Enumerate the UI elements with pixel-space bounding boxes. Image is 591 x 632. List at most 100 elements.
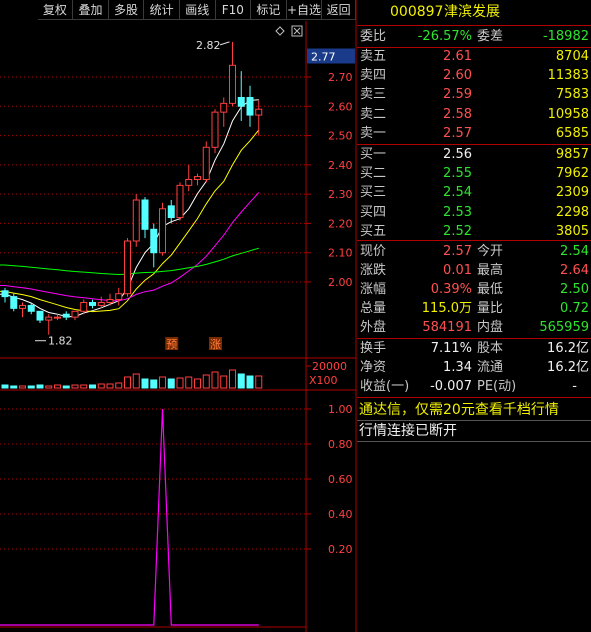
candle[interactable]	[71, 310, 79, 321]
xianjia-label: 现价	[360, 244, 387, 259]
volume-bar	[185, 376, 193, 389]
bids-label: 买一	[360, 147, 387, 162]
bids-row[interactable]: 买四 2.53 2298	[357, 204, 591, 222]
asks-volume: 11383	[547, 68, 589, 84]
candle[interactable]	[89, 299, 96, 309]
toolbar-button-3[interactable]: 统计	[144, 0, 180, 20]
promo-banner[interactable]: 通达信，仅需20元查看千档行情	[357, 400, 591, 420]
volume-bar	[54, 384, 61, 389]
toolbar-button-1[interactable]: 叠加	[73, 0, 109, 20]
weibi-label: 委比	[360, 29, 387, 44]
volume-bar	[27, 385, 35, 389]
asks-row[interactable]: 卖三 2.59 7583	[357, 86, 591, 104]
candle[interactable]	[202, 141, 210, 183]
neipan-value: 565959	[539, 320, 589, 335]
asks-row[interactable]: 卖五 2.61 8704	[357, 48, 591, 66]
bids-volume: 3805	[555, 223, 589, 239]
asks-volume: 10958	[547, 106, 589, 122]
candle[interactable]	[255, 100, 263, 136]
volume-bar	[202, 374, 210, 389]
volume-bar	[89, 384, 96, 389]
candle[interactable]	[150, 223, 158, 268]
toolbar-button-2[interactable]: 多股	[108, 0, 145, 20]
candle-body	[71, 310, 79, 318]
volume-bar	[124, 376, 131, 389]
candle[interactable]	[124, 238, 131, 297]
current-price-tag: 2.77	[311, 51, 336, 64]
candle-body	[150, 228, 158, 254]
candle[interactable]	[19, 302, 26, 318]
volume-bar	[45, 385, 53, 389]
candle[interactable]	[1, 287, 9, 303]
candle[interactable]	[132, 194, 140, 247]
candle[interactable]	[10, 293, 18, 312]
candle[interactable]	[194, 173, 201, 186]
candle[interactable]	[62, 311, 70, 321]
candle-body	[141, 199, 149, 230]
volume-unit-label: X100	[309, 374, 338, 387]
candle[interactable]	[237, 71, 245, 121]
bids-row[interactable]: 买二 2.55 7962	[357, 165, 591, 183]
price-axis: 2.77 2.70 2.60 2.50 2.40 2.30 2.20 2.10 2.00 2000…	[306, 48, 355, 556]
candle[interactable]	[185, 164, 193, 192]
asks-row[interactable]: 卖一 2.57 6585	[357, 125, 591, 143]
candle[interactable]	[45, 314, 53, 335]
candle-body	[45, 316, 53, 321]
volume-bar	[159, 376, 166, 389]
volume-bar	[80, 384, 88, 389]
candle[interactable]	[36, 310, 44, 323]
promo-text[interactable]: 通达信，仅需20元查看千档行情	[359, 400, 559, 420]
status-row: 行情连接已断开	[357, 421, 591, 441]
toolbar-button-4[interactable]: 画线	[179, 0, 216, 20]
candle-body	[167, 205, 175, 219]
toolbar-button-8[interactable]: 返回	[322, 0, 356, 20]
toolbar-button-6[interactable]: 标记	[251, 0, 287, 20]
bids-volume: 9857	[555, 147, 589, 162]
bids-row[interactable]: 买五 2.52 3805	[357, 223, 591, 241]
asks-row[interactable]: 卖四 2.60 11383	[357, 67, 591, 85]
asks-row[interactable]: 卖二 2.58 10958	[357, 106, 591, 124]
toolbar-button-7[interactable]: +自选	[286, 0, 323, 20]
zhangdie-value: 0.01	[443, 263, 472, 278]
candle[interactable]	[220, 97, 228, 127]
kline-chart-area[interactable]: 2.77 2.70 2.60 2.50 2.40 2.30 2.20 2.10 2.00 2000…	[0, 0, 357, 632]
candle[interactable]	[115, 287, 123, 306]
pe-value: -	[572, 379, 577, 394]
asks-label: 卖四	[360, 68, 387, 84]
price-tick-label: 2.00	[328, 276, 353, 289]
shouyi-label: 收益(一)	[360, 379, 410, 394]
bids-volume: 2309	[555, 185, 589, 201]
asks-price: 2.58	[443, 106, 472, 122]
candle-body	[229, 64, 236, 104]
divider	[357, 397, 591, 398]
volume-bars	[1, 369, 263, 389]
asks-label: 卖一	[360, 125, 387, 141]
toolbar-button-5[interactable]: F10	[215, 0, 252, 20]
order-ratio-row: 委比 -26.57% 委差 -18982	[357, 28, 591, 46]
volume-bar	[246, 375, 254, 389]
candle[interactable]	[229, 41, 236, 107]
candle-body	[185, 179, 193, 186]
stock-code: 000897	[390, 4, 444, 20]
candle[interactable]	[246, 85, 254, 127]
candle[interactable]	[167, 200, 175, 224]
liangbi-value: 0.72	[560, 301, 589, 316]
toolbar-button-0[interactable]: 复权	[37, 0, 74, 20]
candle-body	[132, 199, 140, 242]
bids-row[interactable]: 买三 2.54 2309	[357, 184, 591, 202]
volume-bar	[97, 383, 105, 389]
volume-bar	[62, 385, 70, 389]
volume-bar	[220, 375, 228, 389]
asks-price: 2.60	[443, 68, 472, 84]
marker-label: 预	[166, 338, 177, 351]
price-tick-label: 2.40	[328, 159, 353, 172]
weicha-value: -18982	[542, 29, 589, 44]
candle[interactable]	[176, 182, 184, 221]
bids-row[interactable]: 买一 2.56 9857	[357, 146, 591, 164]
candle[interactable]	[159, 202, 166, 256]
candle[interactable]	[141, 197, 149, 239]
candle-body	[124, 240, 131, 295]
asks-price: 2.61	[443, 49, 472, 64]
candle[interactable]	[211, 109, 219, 154]
